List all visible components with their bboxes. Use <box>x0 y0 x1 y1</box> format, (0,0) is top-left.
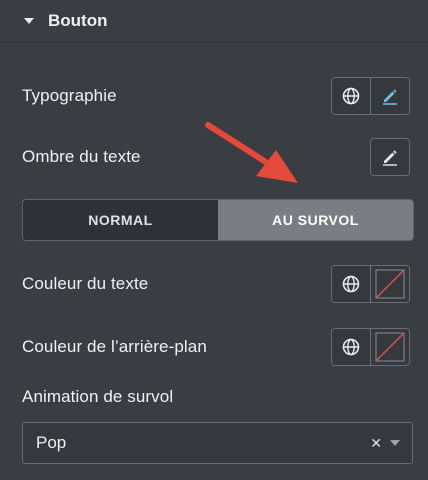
typography-row: Typographie <box>22 77 410 115</box>
text-color-label: Couleur du texte <box>22 274 149 293</box>
text-color-controls <box>331 265 410 303</box>
text-shadow-label: Ombre du texte <box>22 147 141 166</box>
globe-icon <box>342 275 360 293</box>
empty-color-swatch-icon <box>375 269 405 299</box>
globe-icon <box>342 338 360 356</box>
chevron-down-icon[interactable] <box>390 440 400 446</box>
pencil-icon <box>383 150 397 166</box>
section-header-bouton[interactable]: Bouton <box>0 0 428 43</box>
global-button[interactable] <box>332 329 370 365</box>
text-color-picker[interactable] <box>370 266 409 302</box>
hover-animation-label-wrap: Animation de survol <box>22 387 173 407</box>
background-color-controls <box>331 328 410 366</box>
hover-animation-select[interactable]: Pop ✕ <box>22 422 413 464</box>
hover-animation-value: Pop <box>36 433 67 452</box>
background-color-picker[interactable] <box>370 329 409 365</box>
select-controls: ✕ <box>370 435 400 452</box>
clear-icon[interactable]: ✕ <box>370 435 382 452</box>
typography-controls <box>331 77 410 115</box>
tab-normal[interactable]: NORMAL <box>23 200 218 240</box>
text-color-row: Couleur du texte <box>22 265 410 303</box>
text-shadow-row: Ombre du texte <box>22 138 410 176</box>
hover-animation-label: Animation de survol <box>22 387 174 406</box>
background-color-row: Couleur de l’arrière-plan <box>22 328 410 366</box>
empty-color-swatch-icon <box>375 332 405 362</box>
state-tabs: NORMAL AU SURVOL <box>22 199 414 241</box>
pencil-icon <box>383 89 397 105</box>
typography-label: Typographie <box>22 86 117 105</box>
global-button[interactable] <box>332 266 370 302</box>
global-button[interactable] <box>332 78 370 114</box>
caret-down-icon <box>24 18 34 24</box>
globe-icon <box>342 87 360 105</box>
edit-typography-button[interactable] <box>370 78 409 114</box>
section-title: Bouton <box>48 11 108 30</box>
tab-hover[interactable]: AU SURVOL <box>218 200 413 240</box>
edit-text-shadow-button[interactable] <box>370 138 410 176</box>
background-color-label: Couleur de l’arrière-plan <box>22 337 207 356</box>
